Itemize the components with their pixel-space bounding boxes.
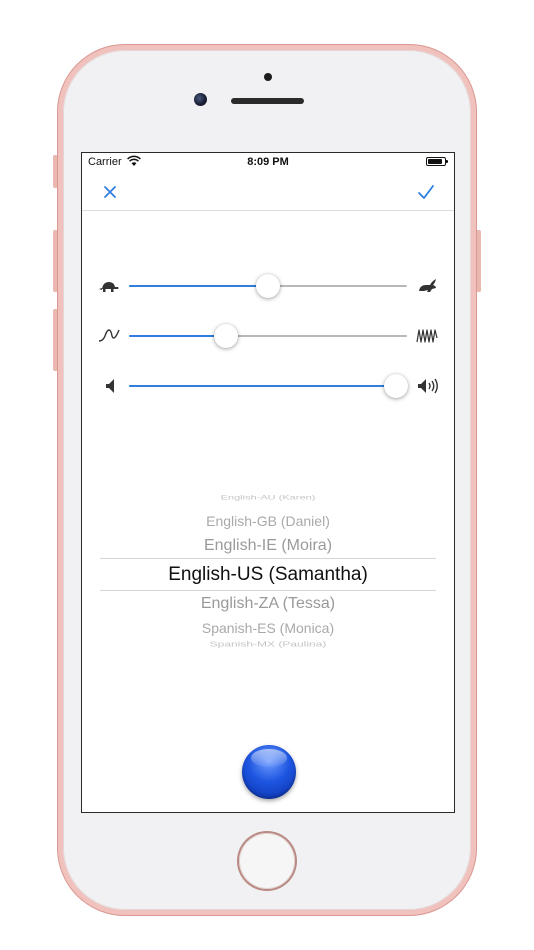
pitch-slider-row [98, 324, 438, 348]
rate-track[interactable] [129, 274, 407, 298]
cancel-button[interactable] [97, 179, 123, 205]
nav-bar [82, 173, 454, 211]
home-button[interactable] [239, 833, 295, 889]
volume-slider-thumb[interactable] [383, 374, 408, 398]
volume-track[interactable] [129, 374, 408, 398]
rabbit-icon [419, 279, 436, 292]
battery-icon [426, 157, 448, 166]
front-camera [194, 93, 207, 106]
earpiece-speaker [231, 98, 304, 104]
picker-item[interactable]: Spanish-ES (Monica) [100, 620, 436, 636]
picker-item[interactable]: English-ZA (Tessa) [100, 595, 436, 613]
speaker-low-icon [106, 379, 114, 393]
rate-slider-row [98, 274, 438, 298]
pitch-slider-thumb[interactable] [214, 324, 239, 348]
close-icon [104, 186, 116, 198]
high-pitch-wave-icon [416, 329, 438, 343]
turtle-icon [99, 282, 119, 292]
status-time: 8:09 PM [247, 156, 289, 168]
picker-item[interactable]: English-IE (Moira) [100, 537, 436, 555]
speaker-high-icon [418, 378, 438, 394]
rate-slider-thumb[interactable] [256, 274, 280, 298]
picker-selection-bottom-line [100, 590, 436, 591]
low-pitch-wave-icon [98, 329, 120, 342]
picker-selected-item[interactable]: English-US (Samantha) [100, 564, 436, 586]
speak-button[interactable] [242, 745, 296, 799]
status-bar: Carrier 8:09 PM [82, 153, 454, 173]
picker-item[interactable]: Spanish-MX (Paulina) [100, 640, 436, 648]
done-button[interactable] [413, 179, 439, 205]
proximity-sensor [264, 73, 272, 81]
picker-selection-top-line [100, 558, 436, 559]
app-screen: Carrier 8:09 PM English-AU (Karen) Engli… [82, 153, 454, 812]
voice-picker[interactable]: English-AU (Karen) English-GB (Daniel) E… [100, 491, 436, 649]
volume-slider-row [98, 374, 438, 398]
checkmark-icon [418, 185, 434, 199]
pitch-track[interactable] [129, 324, 407, 348]
picker-item[interactable]: English-AU (Karen) [100, 495, 436, 502]
picker-item[interactable]: English-GB (Daniel) [100, 513, 436, 529]
